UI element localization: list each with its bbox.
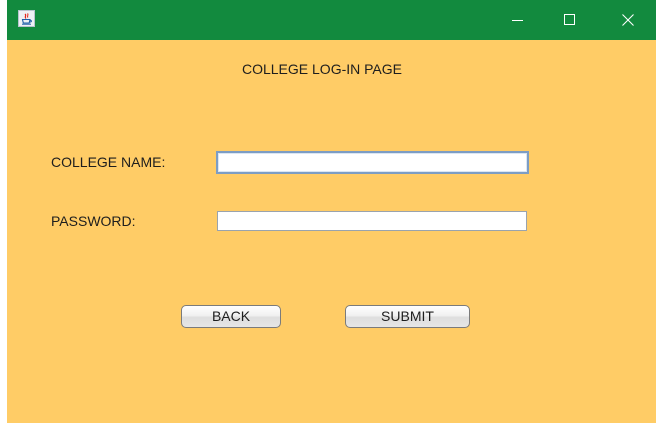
app-window: COLLEGE LOG-IN PAGE COLLEGE NAME: PASSWO… [7,0,656,423]
college-name-label: COLLEGE NAME: [51,154,166,170]
maximize-button[interactable] [547,0,593,40]
minimize-button[interactable] [495,0,541,40]
minimize-icon [512,20,523,21]
college-name-input[interactable] [216,151,529,174]
close-icon [622,14,634,26]
submit-button[interactable]: SUBMIT [345,305,470,328]
title-bar[interactable] [7,0,656,40]
page-title: COLLEGE LOG-IN PAGE [241,61,402,77]
maximize-icon [564,14,575,25]
close-button[interactable] [605,0,651,40]
password-label: PASSWORD: [51,213,136,229]
back-button[interactable]: BACK [181,305,281,328]
java-app-icon [18,10,35,27]
password-input[interactable] [217,211,527,231]
